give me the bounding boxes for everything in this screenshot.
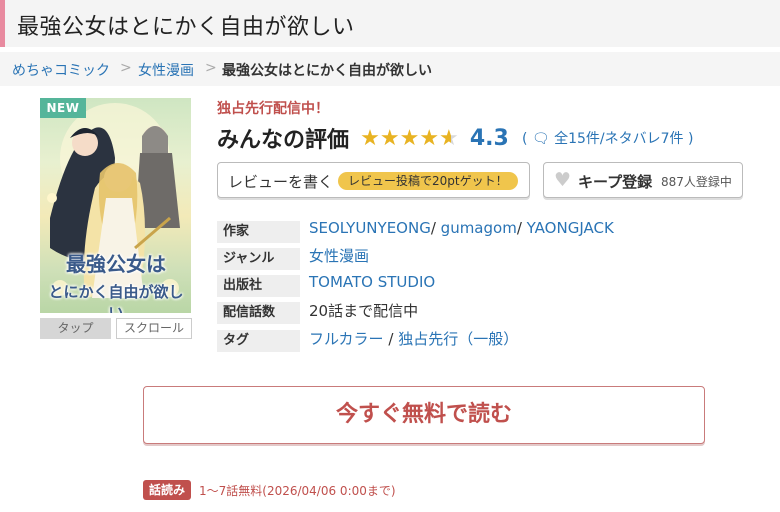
title-bar: 最強公女はとにかく自由が欲しい bbox=[0, 0, 780, 47]
author-link[interactable]: YAONGJACK bbox=[527, 219, 614, 237]
breadcrumb-item-mechacomic[interactable]: めちゃコミック bbox=[12, 60, 110, 80]
breadcrumb-item-current: 最強公女はとにかく自由が欲しい bbox=[222, 63, 432, 79]
breadcrumb-item-josei[interactable]: 女性漫画 bbox=[138, 60, 194, 80]
new-badge: NEW bbox=[40, 98, 86, 118]
write-review-button[interactable]: レビューを書く レビュー投稿で20ptゲット！ bbox=[217, 162, 530, 198]
rating-title: みんなの評価 bbox=[217, 128, 350, 153]
page-title: 最強公女はとにかく自由が欲しい bbox=[17, 15, 355, 40]
cover-title: 最強公女は とにかく自由が欲しい bbox=[46, 248, 186, 313]
tag-link[interactable]: 独占先行（一般） bbox=[398, 330, 518, 348]
genre-link[interactable]: 女性漫画 bbox=[309, 245, 369, 266]
author-link[interactable]: gumagom bbox=[441, 219, 517, 237]
cover-image[interactable]: NEW 最強公女は とにかく自由が欲しい bbox=[40, 98, 191, 313]
star-icon: ★ bbox=[399, 125, 420, 151]
star-icon: ★ bbox=[419, 125, 440, 151]
review-bonus-pill: レビュー投稿で20ptゲット！ bbox=[338, 172, 518, 190]
rating-row: みんなの評価 ★★★★★ 4.3 ( 🗨 全15件/ネタバレ7件 ) bbox=[217, 122, 693, 156]
read-free-button[interactable]: 今すぐ無料で読む bbox=[143, 386, 705, 444]
tag-link[interactable]: フルカラー bbox=[309, 330, 384, 348]
exclusive-label: 独占先行配信中！ bbox=[217, 101, 329, 117]
cover-title-line2: とにかく自由が欲しい bbox=[48, 283, 184, 313]
keep-button[interactable]: ♥ キープ登録 887人登録中 bbox=[543, 162, 743, 198]
episodes-value: 20話まで配信中 bbox=[309, 302, 419, 320]
author-separator: / bbox=[516, 219, 522, 237]
cover-title-line1: 最強公女は bbox=[66, 252, 166, 276]
write-review-label: レビューを書く bbox=[228, 173, 334, 191]
review-count-link[interactable]: ( 🗨 全15件/ネタバレ7件 ) bbox=[522, 131, 694, 147]
breadcrumb-separator: > bbox=[205, 60, 217, 76]
star-icon: ★ bbox=[360, 125, 380, 151]
star-icon: ★ bbox=[379, 125, 400, 151]
tag-list: フルカラー / 独占先行（一般） bbox=[309, 328, 518, 349]
tag-separator: / bbox=[388, 330, 394, 348]
rating-stars: ★★★★★ bbox=[360, 126, 459, 151]
free-read-text: 1〜7話無料(2026/04/06 0:00まで) bbox=[199, 484, 396, 498]
keep-label: キープ登録 bbox=[578, 173, 653, 191]
publisher-link[interactable]: TOMATO STUDIO bbox=[309, 273, 435, 291]
genre-label: ジャンル bbox=[217, 248, 300, 270]
author-label: 作家 bbox=[217, 221, 300, 243]
breadcrumb: めちゃコミック > 女性漫画 > 最強公女はとにかく自由が欲しい bbox=[0, 52, 780, 86]
author-separator: / bbox=[430, 219, 436, 237]
publisher-label: 出版社 bbox=[217, 275, 300, 297]
tags-label: タグ bbox=[217, 330, 300, 352]
rating-score: 4.3 bbox=[469, 125, 509, 151]
author-list: SEOLYUNYEONG/ gumagom/ YAONGJACK bbox=[309, 219, 614, 237]
author-link[interactable]: SEOLYUNYEONG bbox=[309, 219, 431, 237]
heart-icon: ♥ bbox=[554, 169, 572, 191]
scroll-button[interactable]: スクロール bbox=[116, 318, 192, 339]
breadcrumb-separator: > bbox=[120, 60, 132, 76]
half-star-icon: ★ bbox=[439, 125, 459, 151]
episodes-label: 配信話数 bbox=[217, 302, 300, 324]
tap-button[interactable]: タップ bbox=[40, 318, 111, 339]
keep-count: 887人登録中 bbox=[661, 175, 732, 189]
free-read-badge: 話読み bbox=[143, 480, 192, 500]
